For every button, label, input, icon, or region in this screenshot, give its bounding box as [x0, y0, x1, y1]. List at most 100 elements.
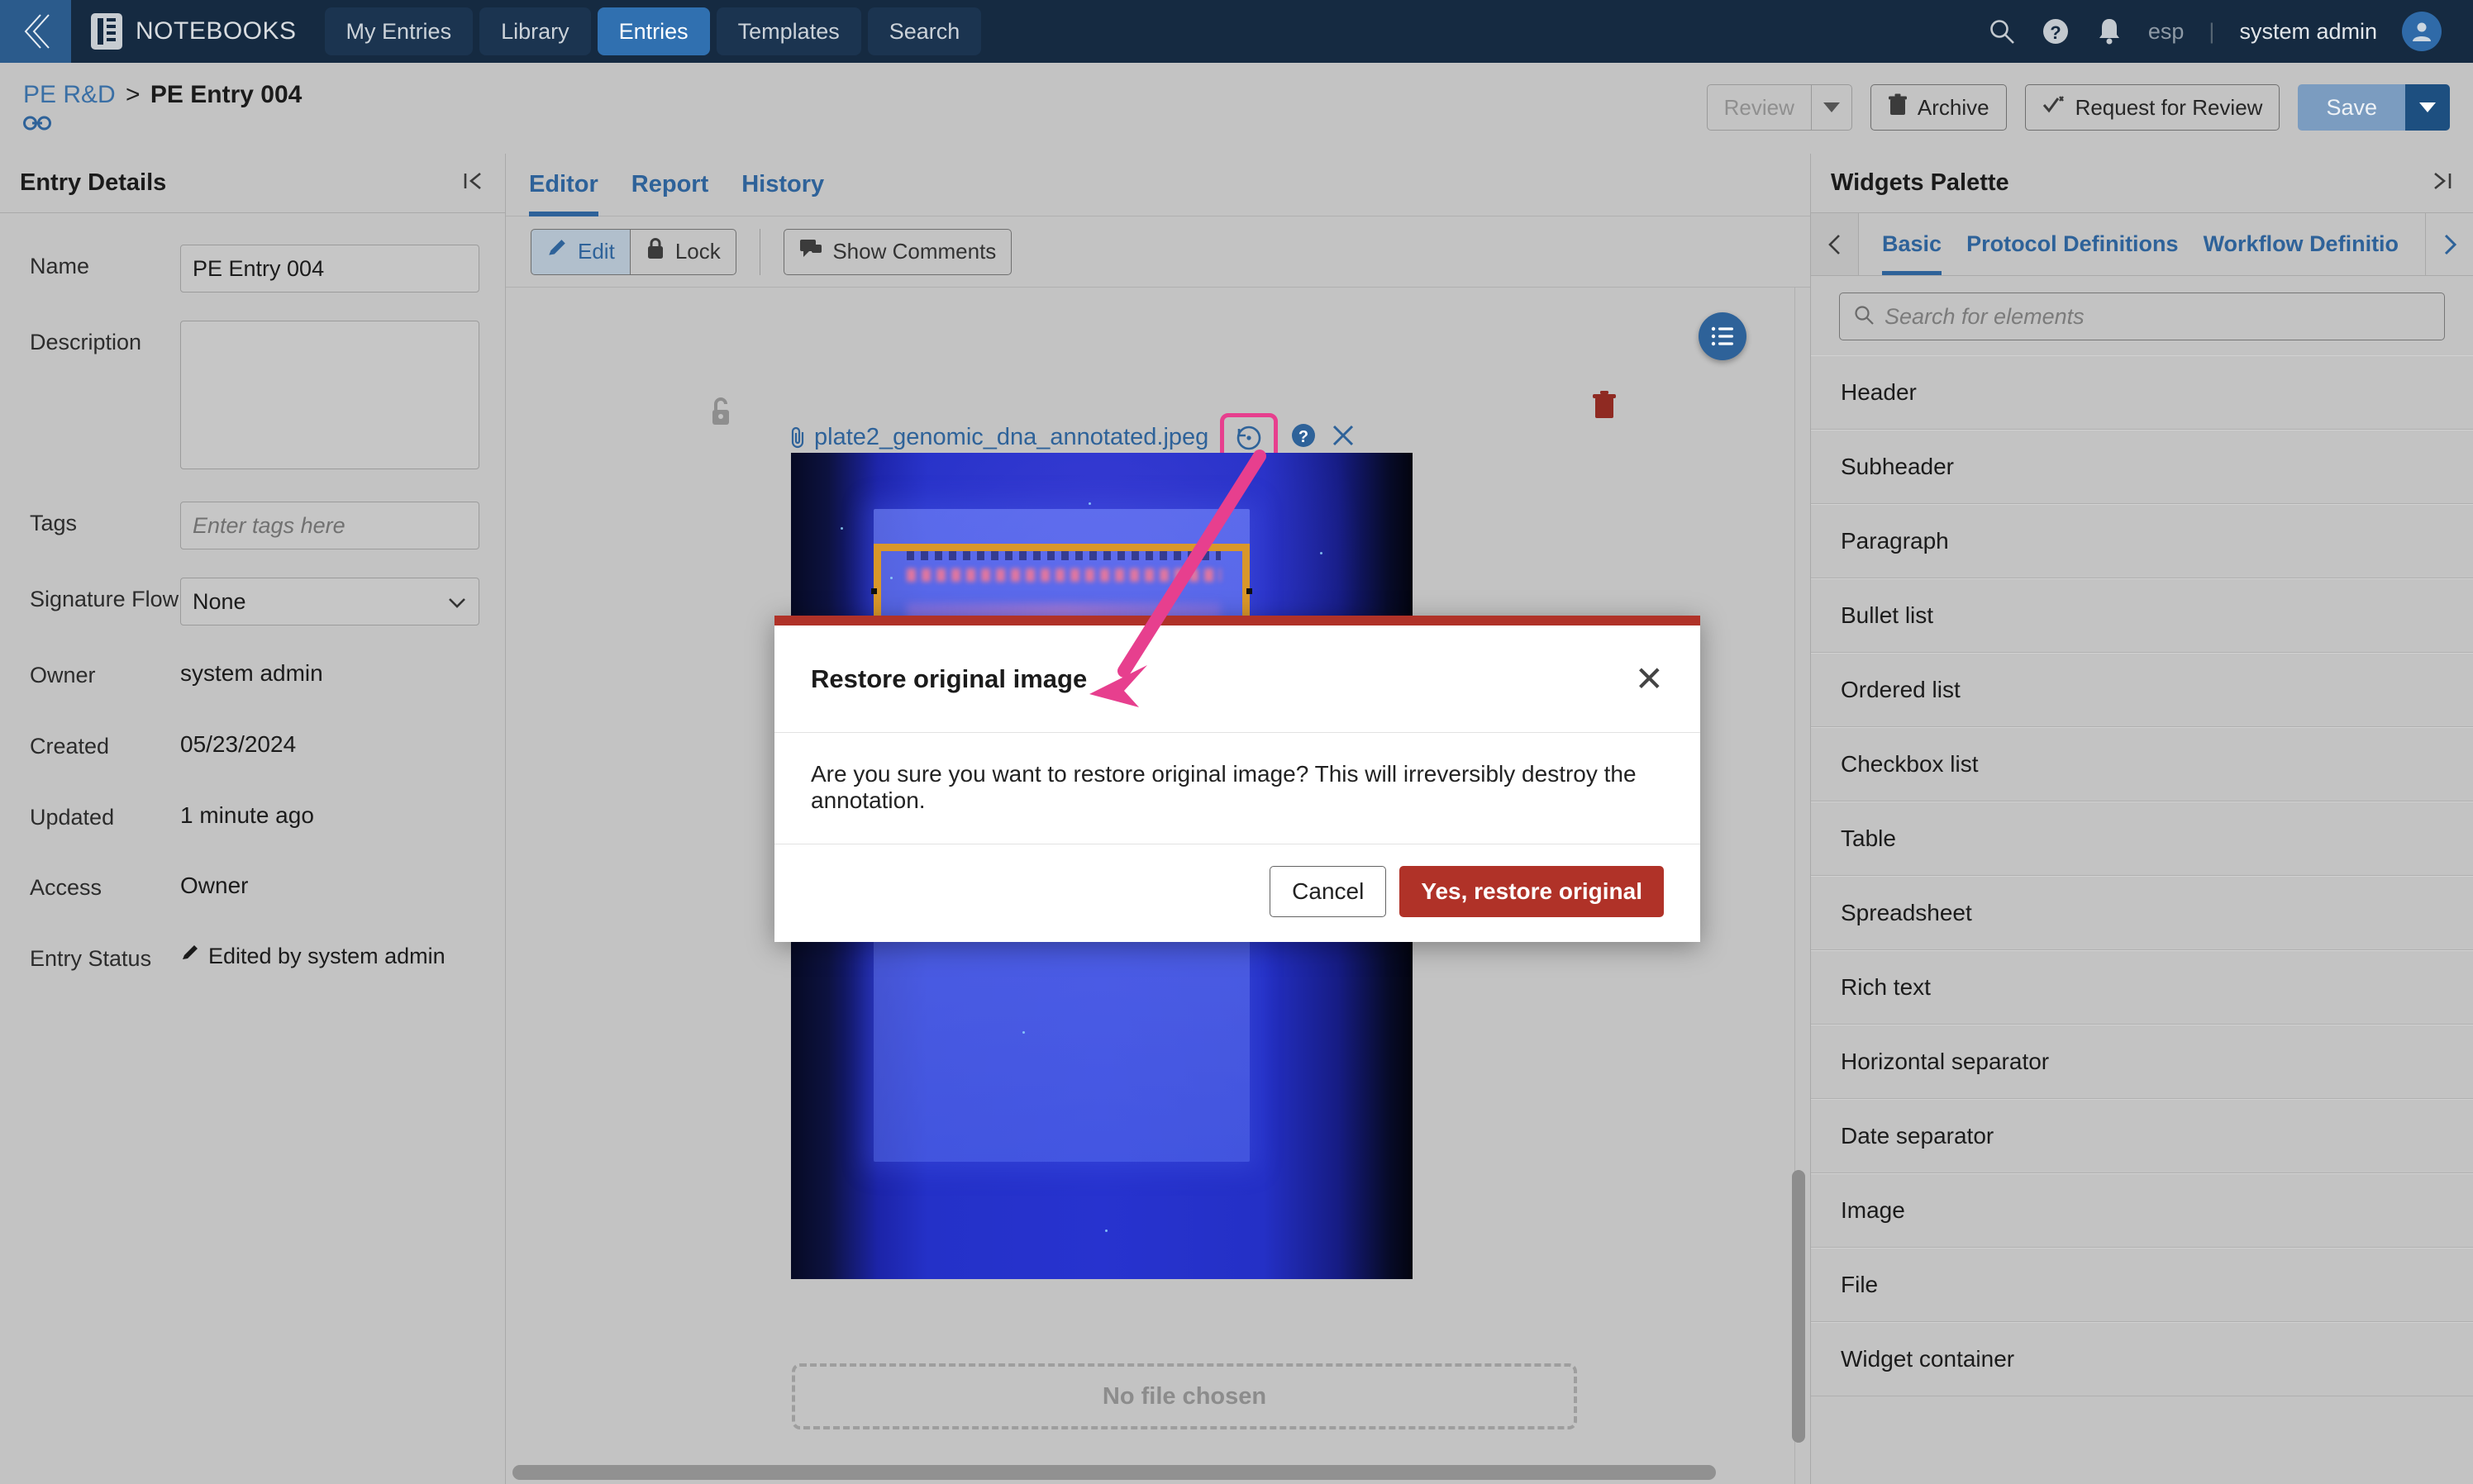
nav-tab-library[interactable]: Library [479, 7, 591, 55]
entry-details-body: Name Description Tags Signature Flow [0, 213, 505, 973]
widget-item-paragraph[interactable]: Paragraph [1811, 504, 2473, 578]
field-description: Description [30, 321, 485, 473]
widget-item-spreadsheet[interactable]: Spreadsheet [1811, 876, 2473, 950]
restore-original-image-dialog: Restore original image ✕ Are you sure yo… [774, 616, 1700, 942]
field-entry-status: Entry Status Edited by system admin [30, 937, 485, 973]
widget-item-rich-text[interactable]: Rich text [1811, 950, 2473, 1025]
field-created-value: 05/23/2024 [180, 730, 297, 757]
nav-tab-templates[interactable]: Templates [716, 7, 861, 55]
palette-tab-protocol-definitions[interactable]: Protocol Definitions [1966, 213, 2179, 275]
help-icon[interactable]: ? [2041, 17, 2070, 46]
editor-horizontal-scrollbar[interactable] [512, 1465, 1716, 1480]
widgets-palette-tabs: Basic Protocol Definitions Workflow Defi… [1811, 213, 2473, 276]
field-updated-label: Updated [30, 804, 115, 830]
attachment-help-icon[interactable]: ? [1289, 421, 1318, 454]
copy-link-icon[interactable] [23, 114, 51, 136]
show-comments-label: Show Comments [832, 239, 997, 264]
signature-flow-select[interactable]: None [180, 578, 479, 625]
delete-widget-icon[interactable] [1591, 390, 1618, 426]
lock-mode-button[interactable]: Lock [630, 228, 736, 275]
tab-history[interactable]: History [741, 154, 824, 216]
notebook-icon [91, 13, 122, 50]
tab-report[interactable]: Report [631, 154, 708, 216]
archive-button-label: Archive [1917, 94, 1989, 120]
dialog-header: Restore original image ✕ [774, 625, 1700, 733]
widget-item-file[interactable]: File [1811, 1248, 2473, 1322]
review-split-button: Review [1706, 84, 1852, 131]
dialog-message: Are you sure you want to restore origina… [774, 733, 1700, 844]
primary-nav-tabs: My Entries Library Entries Templates Sea… [324, 7, 982, 55]
widget-item-checkbox-list[interactable]: Checkbox list [1811, 727, 2473, 801]
notifications-bell-icon[interactable] [2095, 17, 2123, 46]
widget-item-header[interactable]: Header [1811, 355, 2473, 430]
nav-tab-search[interactable]: Search [867, 7, 982, 55]
archive-button[interactable]: Archive [1870, 84, 2007, 131]
save-dropdown-caret[interactable] [2405, 84, 2450, 131]
widget-list: Header Subheader Paragraph Bullet list O… [1811, 355, 2473, 1484]
attachment-remove-icon[interactable] [1329, 421, 1357, 454]
widget-item-ordered-list[interactable]: Ordered list [1811, 653, 2473, 727]
breadcrumb-parent-link[interactable]: PE R&D [23, 81, 116, 108]
widget-item-image[interactable]: Image [1811, 1173, 2473, 1248]
show-comments-button[interactable]: Show Comments [784, 228, 1013, 275]
unlock-icon[interactable] [708, 395, 734, 432]
palette-tab-basic[interactable]: Basic [1882, 213, 1942, 275]
widget-item-date-separator[interactable]: Date separator [1811, 1099, 2473, 1173]
editor-vertical-scrollbar[interactable] [1792, 1170, 1805, 1443]
language-switch[interactable]: esp [2148, 19, 2185, 45]
palette-tabs-next-button[interactable] [2425, 213, 2473, 275]
review-dropdown-caret[interactable] [1810, 84, 1852, 131]
field-access: Access Owner [30, 866, 485, 902]
widget-item-horizontal-separator[interactable]: Horizontal separator [1811, 1025, 2473, 1099]
save-button[interactable]: Save [2298, 84, 2405, 131]
collapse-nav-button[interactable] [0, 0, 71, 63]
cancel-button[interactable]: Cancel [1270, 866, 1387, 917]
lock-icon [646, 237, 665, 266]
palette-tabs-prev-button[interactable] [1811, 213, 1859, 275]
top-navigation-bar: NOTEBOOKS My Entries Library Entries Tem… [0, 0, 2473, 63]
review-button[interactable]: Review [1706, 84, 1811, 131]
name-input[interactable] [180, 245, 479, 293]
field-name-label: Name [30, 254, 90, 278]
widget-item-bullet-list[interactable]: Bullet list [1811, 578, 2473, 653]
widget-item-widget-container[interactable]: Widget container [1811, 1322, 2473, 1396]
tags-input[interactable] [180, 502, 479, 549]
nav-tab-entries[interactable]: Entries [597, 7, 710, 55]
nav-right-cluster: ? esp | system admin [1988, 12, 2473, 51]
widget-menu-fab[interactable] [1699, 312, 1746, 360]
avatar[interactable] [2402, 12, 2442, 51]
tab-editor[interactable]: Editor [529, 154, 598, 216]
attachment-filename-link[interactable]: plate2_genomic_dna_annotated.jpeg [789, 424, 1208, 451]
breadcrumb: PE R&D > PE Entry 004 [0, 63, 302, 136]
field-signature-flow: Signature Flow None [30, 578, 485, 625]
editor-toolbar: Edit Lock Show Comments [506, 216, 1810, 288]
widgets-palette-title: Widgets Palette [1831, 169, 2009, 196]
palette-search-box[interactable] [1839, 293, 2445, 340]
file-dropzone[interactable]: No file chosen [792, 1363, 1577, 1429]
chevron-down-icon [2419, 102, 2436, 112]
close-icon[interactable]: ✕ [1635, 661, 1664, 697]
comment-icon [799, 238, 822, 265]
request-for-review-button[interactable]: Request for Review [2024, 84, 2280, 131]
list-icon [1711, 326, 1733, 346]
confirm-restore-button[interactable]: Yes, restore original [1399, 866, 1664, 917]
field-created: Created 05/23/2024 [30, 725, 485, 761]
edit-mode-button[interactable]: Edit [531, 228, 631, 275]
signature-flow-value: None [193, 588, 246, 614]
pencil-icon [180, 944, 200, 969]
field-created-label: Created [30, 733, 110, 759]
current-user-label[interactable]: system admin [2239, 19, 2377, 45]
description-textarea[interactable] [180, 321, 479, 469]
nav-tab-my-entries[interactable]: My Entries [324, 7, 474, 55]
search-input[interactable] [1885, 303, 2431, 330]
collapse-left-panel-button[interactable] [462, 169, 485, 197]
palette-tab-workflow-definitions[interactable]: Workflow Definitio [2204, 213, 2399, 275]
search-icon[interactable] [1988, 17, 2016, 45]
field-signature-flow-label: Signature Flow [30, 587, 179, 611]
field-access-label: Access [30, 875, 102, 901]
review-check-icon [2042, 94, 2066, 121]
widget-item-subheader[interactable]: Subheader [1811, 430, 2473, 504]
collapse-right-panel-button[interactable] [2430, 169, 2453, 197]
widget-item-table[interactable]: Table [1811, 801, 2473, 876]
svg-text:?: ? [1298, 428, 1308, 446]
